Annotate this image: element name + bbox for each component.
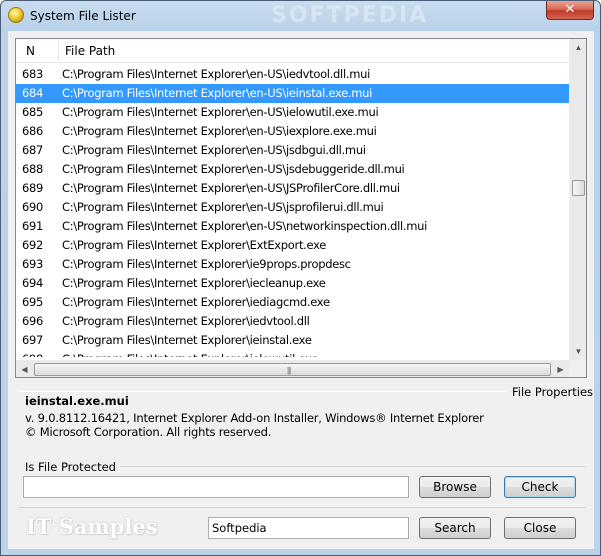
close-button[interactable]: Close [504,517,576,539]
table-row[interactable]: 692 C:\Program Files\Internet Explorer\Ex… [16,236,569,255]
row-number: 686 [22,124,44,138]
table-row[interactable]: 698 C:\Program Files\Internet Explorer\ie… [16,350,569,357]
column-header-file-path[interactable]: File Path [65,39,365,63]
table-row[interactable]: 688 C:\Program Files\Internet Explorer\en… [16,160,569,179]
table-row[interactable]: 686 C:\Program Files\Internet Explorer\en… [16,122,569,141]
row-file-path: C:\Program Files\Internet Explorer\en-US… [62,200,384,214]
row-number: 694 [22,276,44,290]
horizontal-scroll-thumb[interactable]: ||| [34,363,551,376]
table-row[interactable]: 691 C:\Program Files\Internet Explorer\en… [16,217,569,236]
scroll-up-icon[interactable]: ▲ [570,39,587,56]
vertical-scroll-thumb[interactable] [572,180,585,196]
scroll-right-icon[interactable]: ▶ [552,361,569,378]
horizontal-scrollbar[interactable]: ◀ ||| ▶ [16,360,569,377]
search-input[interactable]: Softpedia [208,517,409,539]
table-row[interactable]: 685 C:\Program Files\Internet Explorer\en… [16,103,569,122]
table-row[interactable]: 694 C:\Program Files\Internet Explorer\ie… [16,274,569,293]
row-number: 695 [22,295,44,309]
app-bulb-icon [8,7,24,23]
row-file-path: C:\Program Files\Internet Explorer\iecle… [62,276,326,290]
grip-icon: ||| [287,366,291,375]
table-row[interactable]: 687 C:\Program Files\Internet Explorer\en… [16,141,569,160]
protection-divider [120,466,586,467]
row-number: 697 [22,333,44,347]
column-divider[interactable] [58,41,59,61]
scroll-left-icon[interactable]: ◀ [16,361,33,378]
row-file-path: C:\Program Files\Internet Explorer\en-US… [62,105,379,119]
client-area: N File Path 683 C:\Program Files\Internet… [8,31,594,549]
row-number: 690 [22,200,44,214]
row-number: 692 [22,238,44,252]
row-number: 683 [22,67,44,81]
file-version-info: v. 9.0.8112.16421, Internet Explorer Add… [25,411,484,425]
browse-button[interactable]: Browse [419,476,491,498]
row-file-path: C:\Program Files\Internet Explorer\ieins… [62,333,312,347]
scroll-down-icon[interactable]: ▼ [570,343,587,360]
list-rows: 683 C:\Program Files\Internet Explorer\en… [16,65,569,357]
row-file-path: C:\Program Files\Internet Explorer\en-US… [62,67,370,81]
table-row[interactable]: 689 C:\Program Files\Internet Explorer\en… [16,179,569,198]
search-button[interactable]: Search [419,517,491,539]
row-file-path: C:\Program Files\Internet Explorer\ielow… [62,350,318,357]
row-number: 696 [22,314,44,328]
row-file-path: C:\Program Files\Internet Explorer\ExtEx… [62,238,327,252]
row-number: 691 [22,219,44,233]
it-samples-logo: IT Samples [26,514,158,539]
file-list[interactable]: N File Path 683 C:\Program Files\Internet… [15,38,587,378]
table-row[interactable]: 695 C:\Program Files\Internet Explorer\ie… [16,293,569,312]
vertical-scrollbar[interactable]: ▲ ▼ [569,39,586,360]
row-file-path: C:\Program Files\Internet Explorer\en-US… [62,143,366,157]
selected-file-name: ieinstal.exe.mui [25,394,129,408]
row-number: 689 [22,181,44,195]
file-properties-label: File Properties [512,385,594,399]
row-number: 685 [22,105,44,119]
row-number: 687 [22,143,44,157]
row-file-path: C:\Program Files\Internet Explorer\ie9pr… [62,257,351,271]
column-header-n[interactable]: N [26,39,56,63]
app-window: System File Lister SOFTPEDIA ✕ N File Pa… [0,0,601,556]
row-file-path: C:\Program Files\Internet Explorer\en-US… [62,86,373,100]
table-row[interactable]: 697 C:\Program Files\Internet Explorer\ie… [16,331,569,350]
row-number: 698 [22,350,56,357]
table-row[interactable]: 683 C:\Program Files\Internet Explorer\en… [16,65,569,84]
file-path-input[interactable] [23,476,409,498]
check-button[interactable]: Check [504,476,576,498]
row-file-path: C:\Program Files\Internet Explorer\en-US… [62,181,400,195]
window-close-button[interactable]: ✕ [546,1,594,20]
row-number: 684 [22,86,44,100]
list-header: N File Path [16,39,569,63]
file-copyright-info: © Microsoft Corporation. All rights rese… [25,425,272,439]
window-title: System File Lister [30,9,136,23]
table-row[interactable]: 684 C:\Program Files\Internet Explorer\en… [16,84,569,103]
title-bar[interactable]: System File Lister SOFTPEDIA ✕ [1,1,600,31]
row-file-path: C:\Program Files\Internet Explorer\en-US… [62,124,377,138]
row-number: 688 [22,162,44,176]
row-file-path: C:\Program Files\Internet Explorer\en-US… [62,219,428,233]
properties-divider [18,391,506,392]
row-file-path: C:\Program Files\Internet Explorer\iedia… [62,295,330,309]
bottom-divider [18,507,586,508]
scrollbar-corner [569,360,586,377]
row-number: 693 [22,257,44,271]
row-file-path: C:\Program Files\Internet Explorer\en-US… [62,162,405,176]
table-row[interactable]: 696 C:\Program Files\Internet Explorer\ie… [16,312,569,331]
watermark-text: SOFTPEDIA [271,3,429,28]
table-row[interactable]: 693 C:\Program Files\Internet Explorer\ie… [16,255,569,274]
is-file-protected-label: Is File Protected [25,460,116,474]
row-file-path: C:\Program Files\Internet Explorer\iedvt… [62,314,310,328]
table-row[interactable]: 690 C:\Program Files\Internet Explorer\en… [16,198,569,217]
